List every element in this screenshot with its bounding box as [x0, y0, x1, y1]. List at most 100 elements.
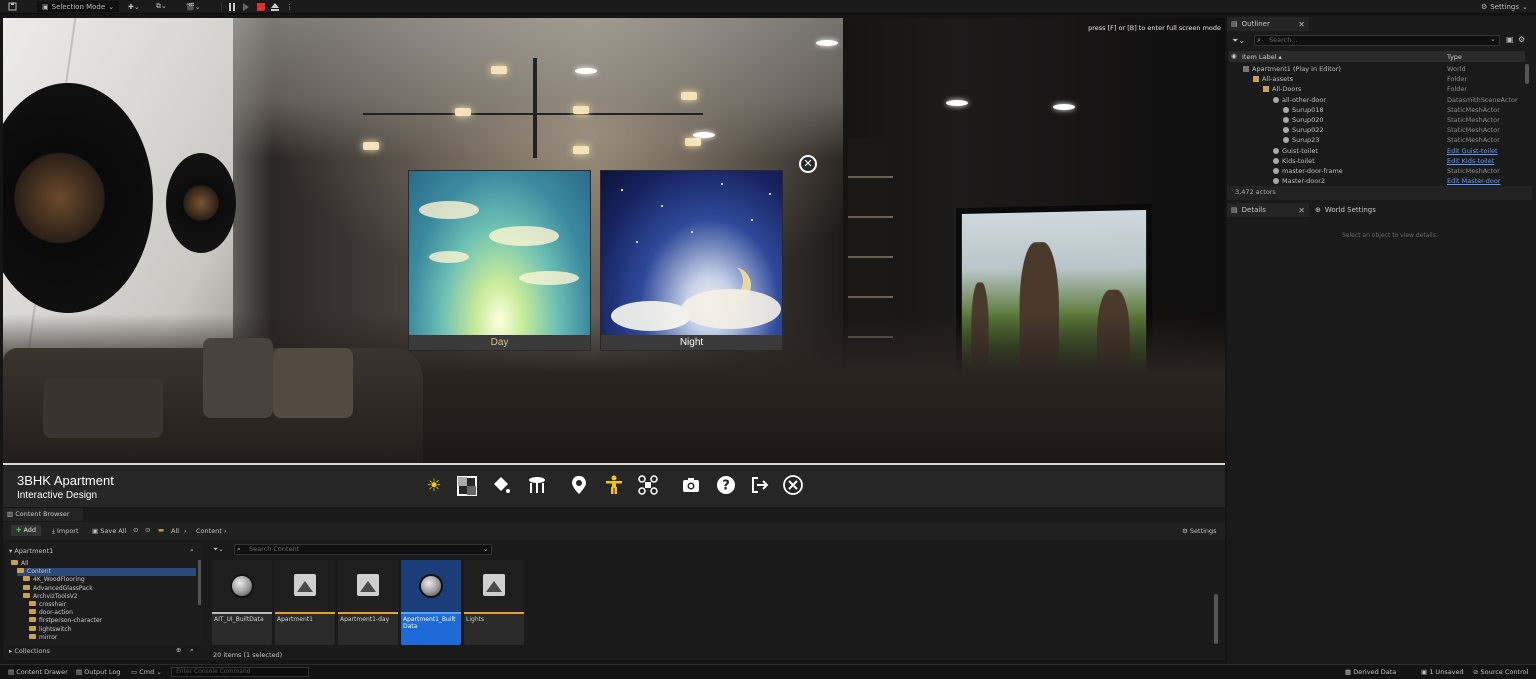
outliner-row[interactable]: Surup020 StaticMeshActor — [1229, 115, 1525, 125]
edit-link[interactable]: Edit Master-door — [1447, 177, 1501, 185]
outliner-row[interactable]: Apartment1 (Play in Editor) World — [1229, 64, 1525, 74]
history-forward-icon[interactable]: ⊙ — [145, 526, 150, 534]
outliner-row[interactable]: All-Doors Folder — [1229, 84, 1525, 94]
asset-tile[interactable]: Apartment1 — [275, 560, 335, 645]
close-icon[interactable]: ✕ — [1298, 20, 1309, 29]
save-icon: ▣ — [92, 527, 99, 535]
folder-item[interactable]: AdvancedGlassPack — [23, 584, 93, 593]
project-header[interactable]: ▾ Apartment1 — [9, 547, 53, 555]
tab-content-browser[interactable]: ▥ Content Browser ✕ — [3, 508, 83, 531]
edit-link[interactable]: Edit Guist-toilet — [1447, 147, 1498, 155]
asset-tile[interactable]: Lights — [464, 560, 524, 645]
folder-icon — [29, 609, 36, 615]
paint-bucket-icon[interactable] — [490, 475, 512, 497]
outliner-row[interactable]: master-door-frame StaticMeshActor — [1229, 166, 1525, 176]
edit-link[interactable]: Edit Kids-toilet — [1447, 157, 1494, 165]
outliner-row[interactable]: Guist-toilet Edit Guist-toilet — [1229, 146, 1525, 156]
add-collection-icon[interactable]: ⊕ — [176, 646, 181, 654]
breadcrumb-all[interactable]: All — [171, 527, 179, 535]
stop-icon[interactable] — [256, 2, 266, 12]
outliner-search-input[interactable]: Search... — [1254, 35, 1500, 46]
material-icon[interactable] — [456, 475, 478, 497]
location-pin-icon[interactable] — [568, 475, 590, 497]
close-icon[interactable]: ✕ — [799, 155, 817, 173]
mode-dropdown[interactable]: ▣ Selection Mode ⌄ — [37, 1, 120, 12]
eject-icon[interactable] — [270, 2, 280, 12]
help-icon[interactable]: ? — [715, 475, 737, 497]
outliner-row[interactable]: Kids-toilet Edit Kids-toilet — [1229, 156, 1525, 166]
folder-item[interactable]: Content — [17, 568, 196, 577]
scrollbar-thumb[interactable] — [1214, 594, 1218, 644]
folder-item[interactable]: mirror — [29, 633, 57, 642]
asset-tile[interactable]: AIT_UI_BuiltData — [212, 560, 272, 645]
outliner-row[interactable]: Master-door2 Edit Master-door — [1229, 176, 1525, 186]
column-item-label[interactable]: Item Label ▴ — [1242, 53, 1282, 61]
content-search-input[interactable]: Search Content — [234, 544, 492, 555]
folder-item[interactable]: firstperson-character — [29, 617, 102, 625]
cmd-dropdown[interactable]: ▭ Cmd ⌄ — [131, 668, 162, 676]
stool-icon[interactable] — [526, 475, 548, 497]
folder-item[interactable]: 4K_WoodFlooring — [23, 576, 85, 584]
folder-item[interactable]: lightswitch — [29, 625, 71, 634]
folder-item[interactable]: crosshair — [29, 601, 66, 609]
pause-icon[interactable] — [227, 2, 237, 12]
filter-icon[interactable]: ⏷⌄ — [213, 545, 224, 554]
save-icon[interactable] — [8, 1, 17, 12]
add-actor-icon[interactable]: ✚⌄ — [128, 1, 140, 12]
asset-tile[interactable]: Apartment1_Built Data — [401, 560, 461, 645]
exit-icon[interactable] — [749, 475, 771, 497]
scrollbar-thumb[interactable] — [1525, 64, 1529, 84]
import-button[interactable]: ⤓ Import — [52, 527, 79, 536]
outliner-row[interactable]: All-assets Folder — [1229, 74, 1525, 84]
step-icon[interactable] — [241, 2, 251, 12]
console-command-input[interactable]: Enter Console Command — [171, 667, 309, 677]
close-icon[interactable] — [782, 475, 804, 497]
outliner-row[interactable]: Surup018 StaticMeshActor — [1229, 105, 1525, 115]
chevron-down-icon[interactable]: ⌄ — [1490, 35, 1496, 43]
drone-icon[interactable] — [637, 475, 659, 497]
outliner-row-type: StaticMeshActor — [1447, 116, 1500, 124]
outliner-row[interactable]: all-other-door DatasmithSceneActor — [1229, 95, 1525, 105]
tab-outliner[interactable]: ▤ Outliner ✕ — [1227, 17, 1309, 31]
night-option-card[interactable]: Night — [600, 170, 783, 351]
unsaved-button[interactable]: ▣ 1 Unsaved — [1421, 668, 1464, 676]
add-button[interactable]: ✚ Add — [11, 525, 41, 536]
person-icon[interactable] — [603, 475, 625, 497]
scrollbar-thumb[interactable] — [198, 560, 201, 605]
breadcrumb-content[interactable]: Content — [196, 527, 222, 535]
filter-icon[interactable]: ⏷⌄ — [1232, 36, 1245, 46]
output-log-button[interactable]: ▤ Output Log — [76, 668, 121, 676]
tab-world-settings[interactable]: ⊕ World Settings — [1311, 203, 1421, 217]
folder-item[interactable]: door-action — [29, 609, 73, 617]
camera-icon[interactable] — [680, 475, 702, 497]
outliner-row[interactable]: Surup23 StaticMeshActor — [1229, 135, 1525, 145]
column-type[interactable]: Type — [1447, 53, 1462, 61]
collections-header[interactable]: ▸ Collections — [9, 647, 50, 655]
content-drawer-button[interactable]: ▤ Content Drawer — [8, 668, 68, 676]
tab-details[interactable]: ▤ Details ✕ — [1227, 203, 1309, 217]
settings-button[interactable]: ⚙ Settings — [1182, 527, 1217, 535]
asset-tile[interactable]: Apartment1-day — [338, 560, 398, 645]
search-icon[interactable]: ⌕ — [190, 646, 194, 655]
history-back-icon[interactable]: ⊙ — [133, 526, 138, 534]
folder-item[interactable]: All — [11, 560, 28, 568]
save-all-button[interactable]: ▣ Save All — [92, 527, 126, 535]
more-options-icon[interactable]: ⋮ — [286, 1, 293, 12]
eye-icon[interactable]: ◉ — [1231, 52, 1237, 60]
cinematics-icon[interactable]: 🎬⌄ — [186, 1, 201, 12]
level-viewport[interactable]: press [F] or [B] to enter full screen mo… — [3, 18, 1225, 464]
settings-button[interactable]: ⚙ Settings ⌄ — [1481, 1, 1528, 12]
day-option-card[interactable]: Day — [408, 170, 591, 351]
folder-item[interactable]: ArchvizToolsV2 — [23, 592, 78, 601]
sun-icon[interactable]: ☀ — [423, 475, 445, 497]
chevron-down-icon[interactable]: ⌄ — [483, 545, 488, 553]
folder-icon — [1253, 76, 1259, 83]
search-icon[interactable]: ⌕ — [190, 546, 194, 555]
source-control-button[interactable]: ⊘ Source Control — [1473, 668, 1528, 676]
add-folder-icon[interactable]: ▣ — [1506, 35, 1514, 44]
outliner-row[interactable]: Surup022 StaticMeshActor — [1229, 125, 1525, 135]
close-icon[interactable]: ✕ — [1298, 206, 1309, 215]
blueprint-icon[interactable]: ⧉⌄ — [156, 1, 167, 12]
derived-data-button[interactable]: ▦ Derived Data — [1345, 668, 1396, 676]
gear-icon[interactable]: ⚙ — [1518, 35, 1525, 44]
